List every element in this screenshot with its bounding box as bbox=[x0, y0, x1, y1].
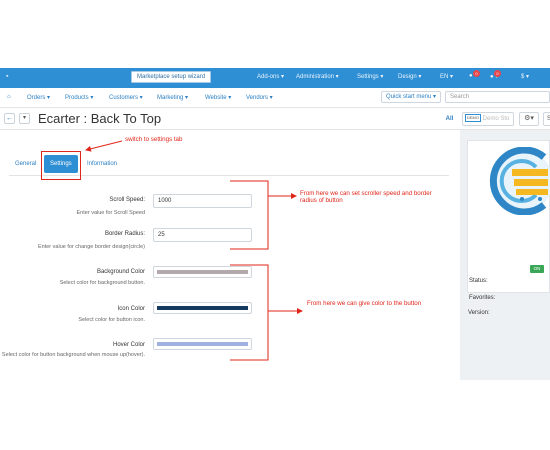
status-badge[interactable]: ON bbox=[530, 265, 544, 273]
addon-sidebar: Status: Favorites: ON Version: bbox=[460, 130, 550, 380]
page-title: Ecarter : Back To Top bbox=[38, 111, 162, 126]
tab-general[interactable]: General bbox=[15, 155, 36, 173]
background-color-swatch bbox=[157, 270, 248, 274]
back-arrow-icon[interactable]: ← bbox=[4, 113, 15, 124]
menu-settings[interactable]: Settings ▾ bbox=[357, 73, 383, 80]
hover-color-label: Hover Color bbox=[112, 342, 145, 348]
quick-start-menu[interactable]: Quick start menu ▾ bbox=[381, 91, 441, 103]
background-color-picker[interactable] bbox=[153, 266, 252, 278]
icon-color-picker[interactable] bbox=[153, 302, 252, 314]
title-bar: ← ▾ Ecarter : Back To Top All DEMO Demo … bbox=[0, 108, 550, 130]
border-radius-input[interactable]: 25 bbox=[153, 228, 252, 242]
hover-color-swatch bbox=[157, 342, 248, 346]
background-color-label: Background Color bbox=[96, 269, 145, 275]
hover-color-picker[interactable] bbox=[153, 338, 252, 350]
top-bar: ▪ Marketplace setup wizard Add-ons ▾ Adm… bbox=[0, 68, 550, 88]
menu-addons[interactable]: Add-ons ▾ bbox=[257, 73, 284, 80]
storefront-selector[interactable]: DEMO Demo Sto bbox=[462, 112, 514, 126]
scroll-speed-input[interactable]: 1000 bbox=[153, 194, 252, 208]
nav-vendors[interactable]: Vendors ▾ bbox=[246, 94, 273, 101]
admin-window: ▪ Marketplace setup wizard Add-ons ▾ Adm… bbox=[0, 68, 550, 380]
icon-color-hint: Select color for button icon. bbox=[78, 317, 145, 323]
version-label: Version: bbox=[468, 310, 490, 316]
main-nav: ⌂ Orders ▾ Products ▾ Customers ▾ Market… bbox=[0, 88, 550, 108]
hover-color-hint: Select color for button background when … bbox=[1, 352, 145, 358]
favorites-label: Favorites: bbox=[469, 295, 496, 301]
tab-information[interactable]: Information bbox=[87, 155, 117, 173]
gear-icon[interactable]: ⚙▾ bbox=[519, 112, 539, 126]
settings-tab-highlight bbox=[41, 151, 81, 180]
nav-customers[interactable]: Customers ▾ bbox=[109, 94, 143, 101]
home-icon[interactable]: ⌂ bbox=[7, 94, 11, 100]
switch-tab-annotation: switch to settings tab bbox=[125, 136, 183, 143]
background-color-hint: Select color for background button. bbox=[59, 280, 145, 286]
addon-logo-icon bbox=[489, 147, 550, 215]
scroller-annotation: From here we can set scroller speed and … bbox=[300, 190, 432, 204]
nav-website[interactable]: Website ▾ bbox=[205, 94, 231, 101]
nav-marketing[interactable]: Marketing ▾ bbox=[157, 94, 188, 101]
icon-color-swatch bbox=[157, 306, 248, 310]
nav-orders[interactable]: Orders ▾ bbox=[27, 94, 50, 101]
color-annotation: From here we can give color to the butto… bbox=[307, 300, 422, 307]
nav-products[interactable]: Products ▾ bbox=[65, 94, 93, 101]
demo-tag: DEMO bbox=[465, 114, 481, 123]
messages-badge: 0 bbox=[494, 70, 501, 77]
marketplace-wizard-button[interactable]: Marketplace setup wizard bbox=[131, 71, 212, 83]
storefront-name: Demo Sto bbox=[482, 116, 510, 122]
all-storefronts-button[interactable]: All bbox=[441, 113, 458, 125]
menu-language[interactable]: EN ▾ bbox=[440, 73, 453, 80]
border-radius-hint: Enter value for change border design(cir… bbox=[37, 244, 145, 250]
scroll-speed-hint: Enter value for Scroll Speed bbox=[76, 210, 145, 216]
status-label: Status: bbox=[469, 278, 488, 284]
menu-currency[interactable]: $ ▾ bbox=[521, 73, 529, 80]
notifications-badge: 0 bbox=[473, 70, 480, 77]
menu-administration[interactable]: Administration ▾ bbox=[296, 73, 339, 80]
search-input[interactable]: Search bbox=[445, 91, 550, 103]
scroll-speed-label: Scroll Speed: bbox=[109, 197, 145, 203]
store-icon[interactable]: ▪ bbox=[6, 73, 13, 80]
chevron-down-icon[interactable]: ▾ bbox=[19, 113, 30, 124]
border-radius-label: Border Radius: bbox=[104, 231, 145, 237]
save-button[interactable]: S bbox=[543, 112, 550, 126]
menu-design[interactable]: Design ▾ bbox=[398, 73, 421, 80]
icon-color-label: Icon Color bbox=[117, 306, 145, 312]
